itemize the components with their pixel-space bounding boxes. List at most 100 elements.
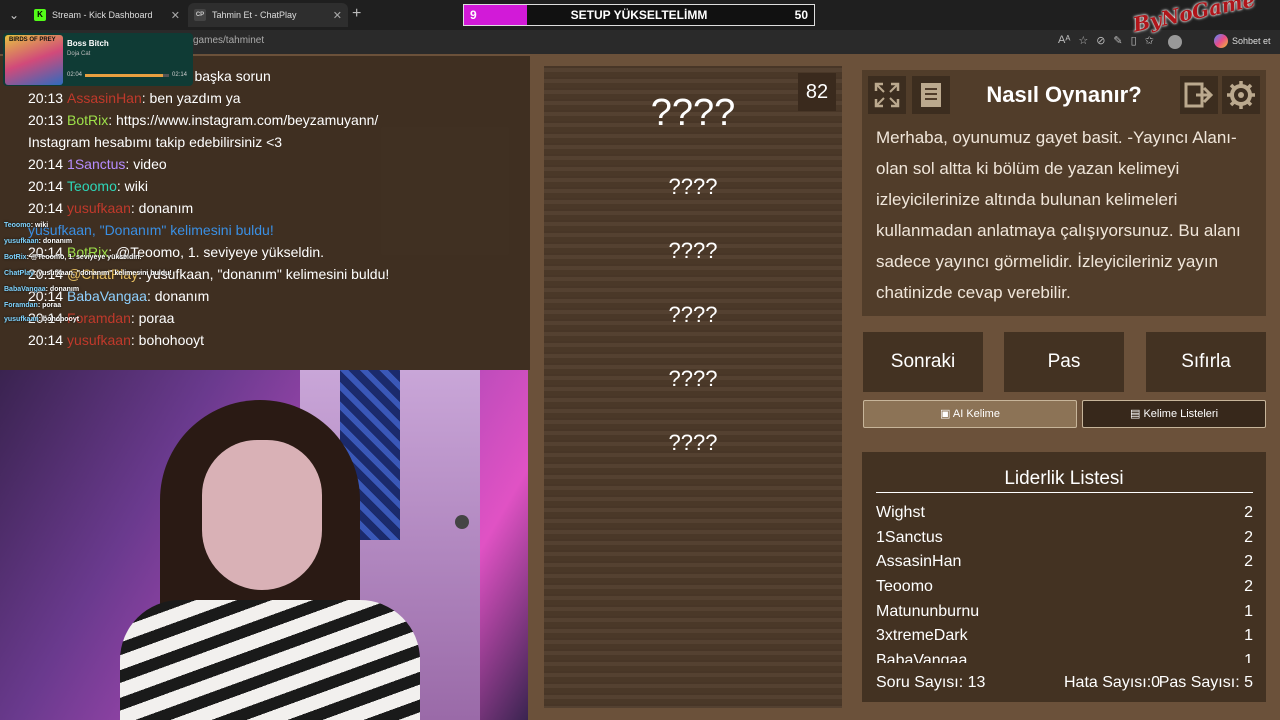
url-field[interactable]: games/tahminet bbox=[193, 35, 264, 46]
overlay-chat-username: BabaVangaa bbox=[4, 286, 46, 293]
leaderboard-player: AssasinHan bbox=[876, 553, 962, 571]
chat-message: 20:14 1Sanctus: video bbox=[28, 156, 167, 172]
reset-button[interactable]: Sıfırla bbox=[1146, 332, 1266, 392]
overlay-chat-text: : bohohooyt bbox=[38, 316, 80, 323]
tab-word-lists[interactable]: ▤ Kelime Listeleri bbox=[1082, 400, 1266, 428]
leaderboard-score: 1 bbox=[1244, 602, 1253, 620]
chat-username[interactable]: Teoomo bbox=[67, 178, 117, 194]
main-word: ???? bbox=[650, 92, 736, 134]
pen-icon[interactable]: ✎ bbox=[1113, 34, 1122, 47]
chat-timestamp: 20:13 bbox=[28, 90, 64, 106]
leaderboard-player: 3xtremeDark bbox=[876, 627, 968, 645]
overlay-chat-message: yusufkaan: donanım bbox=[4, 238, 72, 245]
now-playing-widget: BIRDS OF PREY Boss Bitch Doja Cat 02:04 … bbox=[3, 33, 193, 86]
album-cover: BIRDS OF PREY bbox=[5, 35, 63, 85]
song-duration: 02:14 bbox=[172, 72, 188, 78]
close-tab-icon[interactable]: ✕ bbox=[171, 9, 180, 22]
leaderboard: Liderlik Listesi Wighst 2 1Sanctus 2 Assasin… bbox=[862, 452, 1266, 702]
next-button[interactable]: Sonraki bbox=[863, 332, 983, 392]
settings-button[interactable] bbox=[1222, 76, 1260, 114]
taboo-word: ???? bbox=[668, 174, 718, 199]
chat-timestamp: 20:14 bbox=[28, 178, 64, 194]
tab-chatplay[interactable]: CP Tahmin Et - ChatPlay ✕ bbox=[188, 3, 348, 27]
question-count-value: 13 bbox=[967, 674, 986, 691]
chat-text: : donanım bbox=[146, 288, 210, 304]
webcam-feed bbox=[0, 370, 528, 720]
leaderboard-score: 2 bbox=[1244, 528, 1253, 546]
new-tab-icon[interactable]: + bbox=[352, 5, 361, 23]
streamer-figure bbox=[120, 400, 420, 720]
leaderboard-row: BabaVangaa 1 bbox=[876, 649, 1253, 663]
notebook-icon: ▤ bbox=[1129, 408, 1141, 420]
chat-timestamp: 20:14 bbox=[28, 156, 64, 172]
streamer-shirt bbox=[120, 600, 420, 720]
leaderboard-player: 1Sanctus bbox=[876, 528, 943, 546]
leaderboard-score: 2 bbox=[1244, 504, 1253, 521]
overlay-chat-text: : @Teoomo, 1. seviyeye yükseldin. bbox=[26, 254, 142, 261]
chat-username[interactable]: yusufkaan bbox=[67, 332, 131, 348]
chat-text: : wiki bbox=[116, 178, 148, 194]
song-elapsed: 02:04 bbox=[67, 72, 83, 78]
overlay-chat-message: BotRix: @Teoomo, 1. seviyeye yükseldin. bbox=[4, 254, 141, 261]
chat-username[interactable]: yusufkaan bbox=[67, 200, 131, 216]
chatplay-favicon-icon: CP bbox=[194, 9, 206, 21]
pass-count-value: 5 bbox=[1244, 674, 1253, 691]
song-progress-bar bbox=[85, 74, 169, 77]
profile-avatar[interactable] bbox=[1168, 35, 1182, 49]
leaderboard-player: BabaVangaa bbox=[876, 652, 968, 663]
overlay-chat-text: : wiki bbox=[30, 222, 49, 229]
chat-username[interactable]: AssasinHan bbox=[67, 90, 142, 106]
taboo-word: ???? bbox=[668, 366, 718, 391]
tab-ai-word[interactable]: ▣ AI Kelime bbox=[863, 400, 1077, 428]
extensions-icon[interactable]: ⊘ bbox=[1096, 34, 1105, 47]
goal-title: SETUP YÜKSELTELİMM bbox=[570, 8, 708, 22]
question-count: Soru Sayısı: 13 bbox=[876, 674, 985, 692]
copilot-button[interactable]: Sohbet et bbox=[1214, 34, 1271, 48]
chat-text: : bohohooyt bbox=[130, 332, 205, 348]
leaderboard-player: Wighst bbox=[876, 504, 925, 521]
leaderboard-row: AssasinHan 2 bbox=[876, 550, 1253, 575]
leaderboard-score: 2 bbox=[1244, 578, 1253, 596]
chat-message: yusufkaan, "Donanım" kelimesini buldu! bbox=[28, 222, 274, 238]
taboo-word: ???? bbox=[668, 302, 718, 327]
leaderboard-row: Matununburnu 1 bbox=[876, 600, 1253, 625]
how-to-play-panel: Nasıl Oynanır? Merhaba, oyunumuz gayet b… bbox=[862, 70, 1266, 316]
chat-message: 20:13 BotRix: https://www.instagram.com/b… bbox=[28, 112, 378, 128]
tab-list-menu[interactable]: ⌄ bbox=[4, 5, 24, 25]
album-cover-text: BIRDS OF PREY bbox=[9, 37, 56, 43]
overlay-chat-message: yusufkaan: bohohooyt bbox=[4, 316, 79, 323]
copilot-icon bbox=[1214, 34, 1228, 48]
pass-count: Pas Sayısı: 5 bbox=[1159, 674, 1253, 692]
leaderboard-row: Wighst 2 bbox=[876, 501, 1253, 526]
copilot-label: Sohbet et bbox=[1232, 36, 1271, 46]
exit-button[interactable] bbox=[1180, 76, 1218, 114]
kick-favicon-icon: K bbox=[34, 9, 46, 21]
chat-text: : donanım bbox=[130, 200, 194, 216]
question-count-label: Soru Sayısı: bbox=[876, 674, 964, 691]
leaderboard-list[interactable]: Wighst 2 1Sanctus 2 AssasinHan 2 Teoomo 2 Matunu… bbox=[876, 501, 1253, 663]
close-tab-icon[interactable]: ✕ bbox=[333, 9, 342, 22]
chat-username[interactable]: BotRix bbox=[67, 112, 108, 128]
overlay-chat-username: Teoomo bbox=[4, 222, 31, 229]
leaderboard-divider bbox=[876, 492, 1253, 493]
overlay-chat-username: BotRix bbox=[4, 254, 27, 261]
tab-kick-dashboard[interactable]: K Stream - Kick Dashboard ✕ bbox=[28, 3, 186, 27]
read-aloud-icon[interactable]: Aᴬ bbox=[1058, 34, 1070, 47]
song-progress-fill bbox=[85, 74, 164, 77]
favorites-icon[interactable]: ✩ bbox=[1145, 34, 1154, 47]
goal-progress-bar: 9 SETUP YÜKSELTELİMM 50 bbox=[463, 4, 815, 26]
chat-text: Instagram hesabımı takip edebilirsiniz <… bbox=[28, 134, 283, 150]
pass-button[interactable]: Pas bbox=[1004, 332, 1124, 392]
door-knob bbox=[455, 515, 469, 529]
chat-username[interactable]: 1Sanctus bbox=[67, 156, 125, 172]
overlay-chat-message: Foramdan: poraa bbox=[4, 302, 61, 309]
favorite-star-icon[interactable]: ☆ bbox=[1078, 34, 1088, 47]
how-to-play-text: Merhaba, oyunumuz gayet basit. -Yayıncı … bbox=[876, 128, 1241, 302]
chat-message: 20:13 AssasinHan: ben yazdım ya bbox=[28, 90, 241, 106]
gear-icon bbox=[1227, 81, 1255, 109]
chat-text: : https://www.instagram.com/beyzamuyann/ bbox=[108, 112, 379, 128]
taboo-word: ???? bbox=[668, 430, 718, 455]
overlay-chat-username: yusufkaan bbox=[4, 238, 39, 245]
song-title: Boss Bitch bbox=[67, 39, 109, 48]
tab-label: Stream - Kick Dashboard bbox=[52, 10, 153, 20]
